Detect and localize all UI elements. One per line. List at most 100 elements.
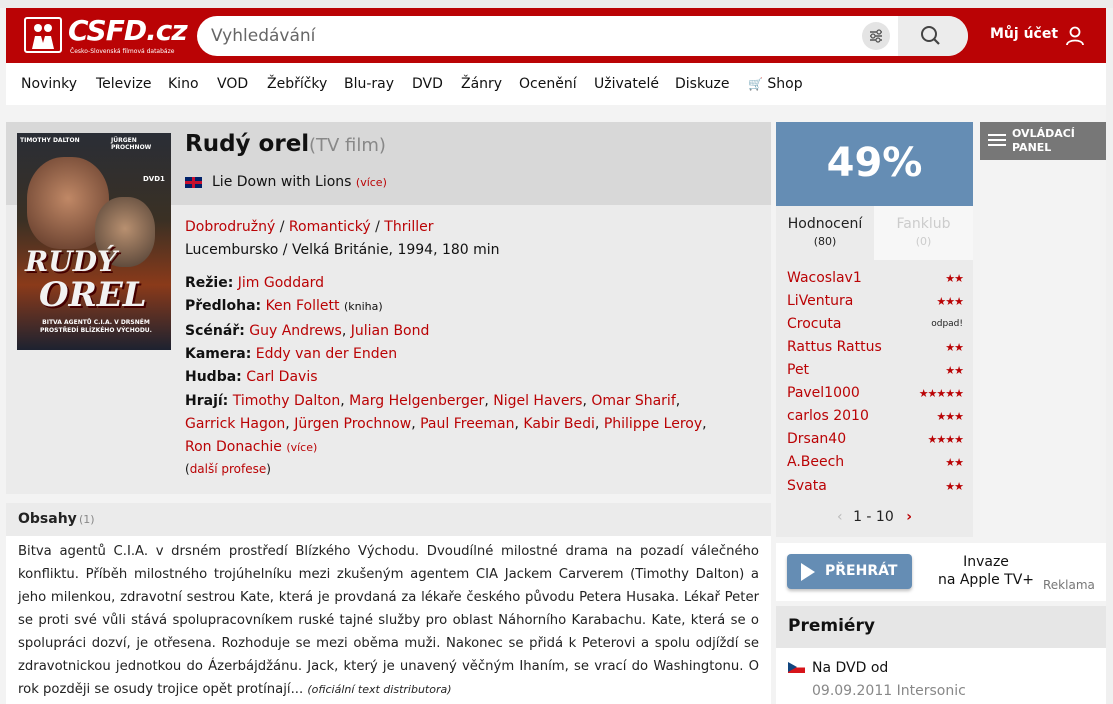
user-link[interactable]: Pet: [787, 362, 809, 378]
ad-text[interactable]: Invaze na Apple TV+: [926, 553, 1046, 589]
search-filter-icon[interactable]: [862, 22, 890, 50]
person-link[interactable]: Eddy van der Enden: [256, 346, 397, 362]
user-link[interactable]: Wacoslav1: [787, 270, 862, 286]
user-link[interactable]: LiVentura: [787, 293, 853, 309]
logo-film-icon: [24, 17, 62, 53]
rating-stars: ★★: [945, 272, 964, 285]
plot-source: (oficiální text distributora): [307, 683, 452, 696]
user-icon[interactable]: [1064, 25, 1086, 47]
list-item: Pet ★★: [787, 362, 964, 382]
search-icon: [921, 26, 940, 45]
play-label: PŘEHRÁT: [825, 563, 898, 579]
nav-uzivatele[interactable]: Uživatelé: [594, 76, 659, 92]
rating-stars: ★★★: [936, 410, 964, 423]
tab-fanclub[interactable]: Fanklub (0): [874, 206, 973, 260]
tab-ratings[interactable]: Hodnocení (80): [776, 206, 874, 260]
tab-label: Fanklub: [896, 216, 951, 232]
nav-televize[interactable]: Televize: [96, 76, 151, 92]
credit-cast: Hrají: Timothy Dalton, Marg Helgenberger…: [185, 393, 707, 455]
list-item: Svata ★★: [787, 478, 964, 498]
poster-title: OREL: [39, 275, 147, 315]
plot-body: Bitva agentů C.I.A. v drsném prostředí B…: [18, 544, 759, 697]
rating-stars: ★★★★★: [918, 387, 964, 400]
user-link[interactable]: Rattus Rattus: [787, 339, 882, 355]
more-professions-link[interactable]: další profese: [190, 462, 267, 476]
alt-title-more-link[interactable]: (více): [356, 176, 387, 189]
nav-diskuze[interactable]: Diskuze: [675, 76, 729, 92]
csfd-logo[interactable]: CSFD.cz Česko-Slovenská filmová databáze: [24, 14, 188, 55]
control-panel-label: OVLÁDACÍ PANEL: [1012, 127, 1075, 154]
nav-dvd[interactable]: DVD: [412, 76, 443, 92]
rating-value: 49%: [826, 140, 923, 186]
genre-link[interactable]: Thriller: [384, 219, 433, 235]
pager-range: 1 - 10: [853, 509, 894, 525]
pager-prev-icon[interactable]: ‹: [837, 509, 843, 525]
person-link[interactable]: Kabir Bedi: [523, 416, 595, 432]
person-link[interactable]: Paul Freeman: [420, 416, 514, 432]
search-bar: [197, 16, 968, 56]
person-link[interactable]: Garrick Hagon: [185, 416, 285, 432]
rating-text: odpad!: [931, 319, 963, 329]
list-item: LiVentura ★★★: [787, 293, 964, 313]
nav-zanry[interactable]: Žánry: [461, 76, 502, 92]
person-link[interactable]: Julian Bond: [351, 323, 430, 339]
person-link[interactable]: Philippe Leroy: [604, 416, 702, 432]
nav-zebricky[interactable]: Žebříčky: [267, 76, 327, 92]
tab-count: (80): [813, 235, 837, 248]
search-input[interactable]: [211, 24, 851, 48]
user-link[interactable]: Svata: [787, 478, 827, 494]
user-link[interactable]: Pavel1000: [787, 385, 860, 401]
main-nav: Novinky Televize Kino VOD Žebříčky Blu-r…: [6, 63, 1106, 105]
person-link[interactable]: Timothy Dalton: [233, 393, 341, 409]
user-link[interactable]: Drsan40: [787, 431, 846, 447]
ad-line: Invaze: [963, 554, 1009, 570]
more-professions: (další profese): [185, 462, 271, 476]
user-link[interactable]: A.Beech: [787, 454, 844, 470]
film-poster[interactable]: TIMOTHY DALTON JÜRGEN PROCHNOW DVD1 RUDÝ…: [17, 133, 171, 350]
nav-oceneni[interactable]: Ocenění: [519, 76, 577, 92]
search-button[interactable]: [898, 16, 968, 56]
nav-shop[interactable]: 🛒 Shop: [748, 76, 803, 92]
plot-header: Obsahy (1): [6, 503, 771, 536]
account-link[interactable]: Můj účet: [990, 26, 1058, 42]
credit-label: Scénář:: [185, 323, 245, 339]
person-link[interactable]: Jürgen Prochnow: [294, 416, 411, 432]
alt-title-text: Lie Down with Lions: [212, 174, 352, 190]
play-button[interactable]: PŘEHRÁT: [787, 554, 912, 589]
credit-directing: Režie: Jim Goddard: [185, 275, 324, 291]
person-link[interactable]: Guy Andrews: [249, 323, 342, 339]
person-link[interactable]: Ron Donachie: [185, 439, 282, 455]
source-note: (kniha): [343, 300, 383, 313]
user-link[interactable]: Crocuta: [787, 316, 841, 332]
user-link[interactable]: carlos 2010: [787, 408, 869, 424]
list-item: Pavel1000 ★★★★★: [787, 385, 964, 405]
credit-writers: Scénář: Guy Andrews, Julian Bond: [185, 323, 430, 339]
nav-novinky[interactable]: Novinky: [21, 76, 77, 92]
premieres-box: Premiéry Na DVD od 09.09.2011 Intersonic: [776, 606, 1106, 704]
alt-title: Lie Down with Lions (více): [212, 174, 387, 190]
cast-more-link[interactable]: (více): [286, 441, 317, 454]
poster-actor: TIMOTHY DALTON: [20, 137, 80, 144]
poster-title: RUDÝ: [25, 245, 117, 278]
person-link[interactable]: Carl Davis: [246, 369, 317, 385]
person-link[interactable]: Ken Follett: [266, 298, 340, 314]
person-link[interactable]: Jim Goddard: [238, 275, 324, 291]
genre-link[interactable]: Dobrodružný: [185, 219, 275, 235]
page-edge: [1106, 8, 1113, 704]
rating-stars: ★★★: [936, 295, 964, 308]
top-strip: [0, 0, 1113, 8]
ratings-pager: ‹ 1 - 10 ›: [837, 509, 917, 525]
credit-source: Předloha: Ken Follett (kniha): [185, 298, 383, 314]
nav-kino[interactable]: Kino: [168, 76, 199, 92]
person-link[interactable]: Marg Helgenberger: [349, 393, 484, 409]
person-link[interactable]: Omar Sharif: [591, 393, 675, 409]
control-panel-button[interactable]: OVLÁDACÍ PANEL: [980, 122, 1106, 160]
plot-text: Bitva agentů C.I.A. v drsném prostředí B…: [18, 540, 759, 701]
film-origin: Lucembursko / Velká Británie, 1994, 180 …: [185, 242, 500, 258]
cz-flag-icon: [788, 662, 805, 673]
genre-link[interactable]: Romantický: [289, 219, 371, 235]
person-link[interactable]: Nigel Havers: [493, 393, 582, 409]
nav-bluray[interactable]: Blu-ray: [344, 76, 394, 92]
pager-next-icon[interactable]: ›: [906, 509, 912, 525]
nav-vod[interactable]: VOD: [217, 76, 248, 92]
